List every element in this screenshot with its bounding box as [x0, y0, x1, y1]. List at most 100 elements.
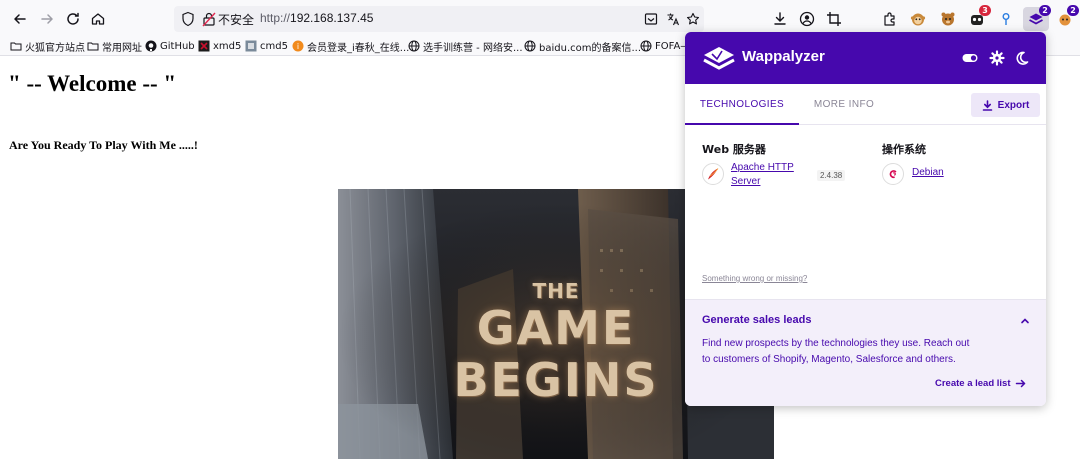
puzzle-icon [884, 12, 895, 26]
home-button[interactable] [85, 6, 111, 32]
arrow-right-icon [41, 14, 53, 24]
create-lead-list-label: Create a lead list [935, 378, 1011, 389]
bookmark-label: GitHub [160, 40, 195, 52]
github-icon [145, 40, 157, 52]
bear-face-icon [941, 12, 955, 26]
sales-leads-line1: Find new prospects by the technologies t… [702, 338, 970, 349]
report-missing-link[interactable]: Something wrong or missing? [702, 274, 807, 283]
crop-icon [827, 12, 841, 26]
ichunqiu-icon: i [292, 40, 304, 52]
reload-icon [67, 12, 79, 25]
sales-leads-line2: to customers of Shopify, Magento, Salesf… [702, 354, 956, 365]
bookmark-item[interactable]: cmd5 [245, 38, 288, 54]
bookmark-item[interactable]: xmd5 [198, 38, 241, 54]
extension-badge: 2 [1067, 5, 1079, 16]
wappalyzer-tabs: TECHNOLOGIES MORE INFO Export [685, 84, 1046, 125]
download-icon [774, 12, 786, 25]
insecure-lock-icon[interactable] [202, 11, 216, 27]
bookmark-label: cmd5 [260, 40, 288, 52]
page-heading: " -- Welcome -- " [8, 71, 177, 96]
bookmark-item[interactable]: i 会员登录_i春秋_在线... [292, 38, 409, 54]
bookmark-item[interactable]: 选手训练营 - 网络安... [408, 38, 523, 54]
bookmark-item[interactable]: 火狐官方站点 [10, 38, 85, 54]
forward-button[interactable] [34, 6, 60, 32]
bookmark-label: 选手训练营 - 网络安... [423, 42, 523, 54]
svg-text:i: i [297, 42, 299, 51]
cmd5-icon [245, 40, 257, 52]
dark-mode-moon-icon[interactable] [1014, 50, 1030, 66]
bookmark-star-icon[interactable] [684, 10, 702, 28]
create-lead-list-link[interactable]: Create a lead list [935, 378, 1026, 389]
extension-monkey-button[interactable] [906, 7, 930, 31]
chevron-up-icon[interactable] [1019, 315, 1031, 327]
bookmark-label: xmd5 [213, 40, 242, 52]
sales-leads-description: Find new prospects by the technologies t… [702, 336, 1002, 368]
arrow-right-icon [1015, 379, 1026, 388]
tab-more-info[interactable]: MORE INFO [799, 84, 889, 125]
debian-swirl-icon [882, 163, 904, 185]
bookmark-label: 火狐官方站点 [25, 42, 85, 54]
insecure-label: 不安全 [218, 13, 255, 27]
extension-pin-button[interactable] [994, 7, 1018, 31]
back-button[interactable] [7, 6, 33, 32]
category-title-web-server: Web 服务器 [702, 143, 766, 156]
apache-feather-icon [702, 163, 724, 185]
bookmark-label: 常用网址 [102, 42, 142, 54]
wappalyzer-extension-button[interactable]: 2 [1023, 5, 1051, 31]
sales-leads-title[interactable]: Generate sales leads [702, 314, 811, 326]
extension-red-badge-button[interactable]: 3 [965, 5, 991, 31]
reload-button[interactable] [60, 6, 86, 32]
bookmark-item[interactable]: 常用网址 [87, 38, 142, 54]
browser-toolbar: 不安全 http://192.168.137.45 3 2 2 [0, 0, 1080, 36]
wappalyzer-title: Wappalyzer [742, 48, 825, 65]
category-title-os: 操作系统 [882, 143, 926, 156]
tech-link-apache[interactable]: Apache HTTP Server [731, 161, 794, 189]
bookmark-item[interactable]: baidu.com的备案信... [524, 38, 641, 54]
page-subheading: Are You Ready To Play With Me .....! [9, 138, 198, 152]
tech-name-line1: Apache HTTP [731, 162, 794, 173]
extension-tampermonkey-button[interactable] [936, 7, 960, 31]
reader-view-icon[interactable] [642, 10, 660, 28]
monkey-face-icon [910, 13, 926, 26]
sales-leads-panel: Generate sales leads Find new prospects … [685, 299, 1046, 406]
bookmark-label: 会员登录_i春秋_在线... [307, 42, 410, 54]
extension-badge: 3 [979, 5, 991, 16]
folder-icon [87, 42, 99, 51]
tab-technologies[interactable]: TECHNOLOGIES [685, 84, 799, 125]
translate-icon[interactable] [664, 10, 682, 28]
globe-icon [640, 40, 652, 52]
tracking-shield-icon[interactable] [180, 11, 196, 27]
folder-icon [10, 42, 22, 51]
tech-link-debian[interactable]: Debian [912, 166, 944, 180]
home-icon [91, 13, 105, 25]
tech-name-line2: Server [731, 176, 761, 187]
extensions-button[interactable] [878, 7, 902, 31]
bookmark-item[interactable]: FOFA— [640, 38, 690, 54]
globe-icon [408, 40, 420, 52]
downloads-button[interactable] [768, 7, 792, 31]
url-scheme: http:// [260, 11, 291, 25]
bookmark-label: baidu.com的备案信... [539, 42, 642, 54]
account-icon [799, 11, 815, 27]
wappalyzer-logo-icon [703, 47, 735, 70]
screenshot-button[interactable] [822, 7, 846, 31]
globe-icon [524, 40, 536, 52]
tech-version-badge: 2.4.38 [817, 170, 846, 181]
wappalyzer-popup: Wappalyzer TECHNOLOGIES MORE INFO Export… [685, 32, 1046, 406]
address-bar[interactable]: 不安全 http://192.168.137.45 [174, 6, 704, 32]
download-icon [982, 99, 992, 111]
toggle-switch-icon[interactable] [962, 50, 978, 66]
extension-last-button[interactable]: 2 [1053, 5, 1079, 31]
account-button[interactable] [795, 7, 819, 31]
xmd5-icon [198, 40, 210, 52]
export-button[interactable]: Export [971, 93, 1040, 117]
arrow-left-icon [14, 14, 26, 24]
url-host: 192.168.137.45 [290, 11, 374, 25]
wappalyzer-header: Wappalyzer [685, 32, 1046, 84]
bookmark-item[interactable]: GitHub [145, 38, 195, 54]
settings-gear-icon[interactable] [989, 50, 1005, 66]
location-pin-icon [1002, 13, 1010, 25]
url-text[interactable]: http://192.168.137.45 [260, 11, 373, 25]
export-label: Export [997, 99, 1030, 111]
wappalyzer-badge: 2 [1039, 5, 1051, 16]
